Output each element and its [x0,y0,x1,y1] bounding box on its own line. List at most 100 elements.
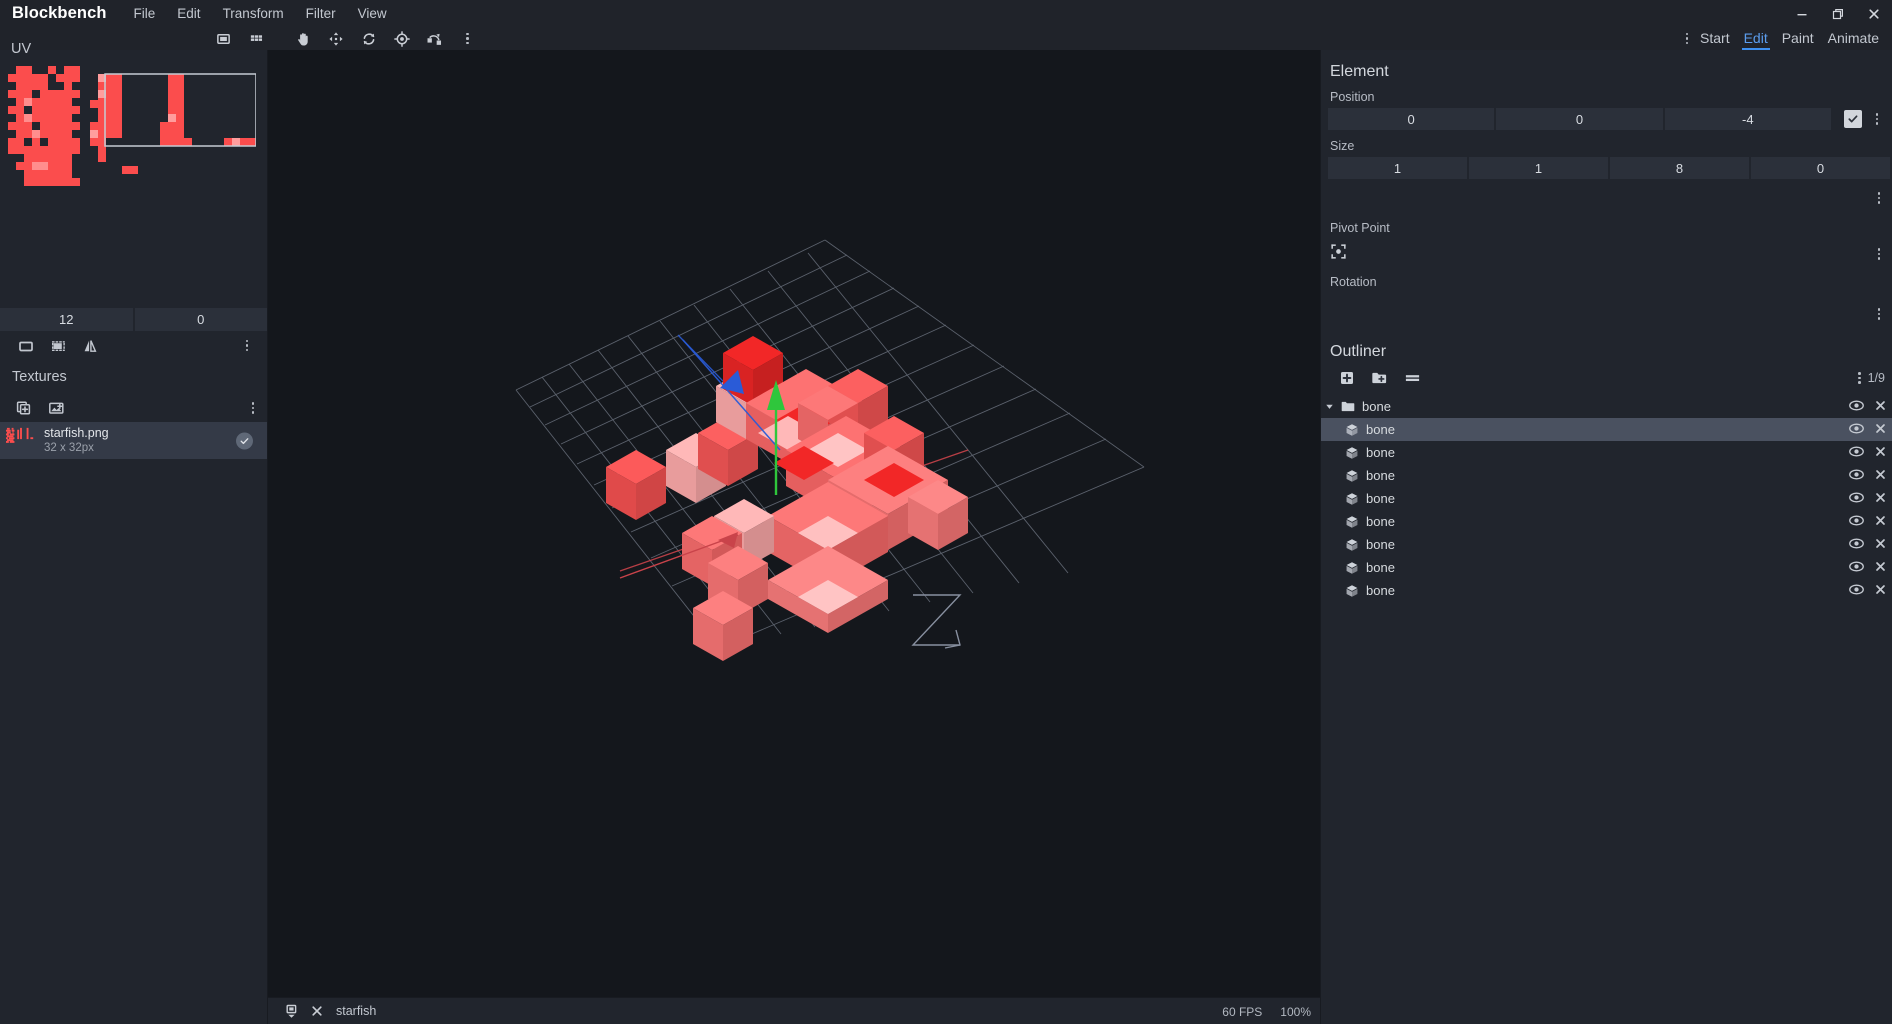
close-icon[interactable] [1875,560,1886,575]
toggle-list-icon[interactable] [1396,367,1429,389]
eye-icon[interactable] [1849,445,1864,460]
eye-icon[interactable] [1849,560,1864,575]
single-texture-view-icon[interactable] [191,50,223,57]
pivot-more-options-icon[interactable] [1873,248,1886,260]
menu-filter[interactable]: Filter [295,0,347,27]
outliner-cube-bone-2[interactable]: bone [1321,441,1892,464]
outliner-tree: bone bone bone bone bone bone bone bone … [1321,395,1892,602]
position-x-field[interactable]: 0 [1328,108,1495,130]
outliner-cube-bone-7[interactable]: bone [1321,556,1892,579]
outliner-cube-bone-5[interactable]: bone [1321,510,1892,533]
vertex-snap-tool-icon[interactable] [418,27,451,50]
size-x-field[interactable]: 1 [1328,157,1467,179]
close-project-icon[interactable] [304,1005,330,1017]
fps-counter: 60 FPS [1222,1004,1263,1019]
uv-panel-title: UV [11,41,32,57]
position-checkbox[interactable] [1843,110,1862,128]
eye-icon[interactable] [1849,422,1864,437]
uv-size-y-field[interactable]: 0 [134,308,267,331]
save-status-icon[interactable] [278,1004,304,1019]
uv-size-x-field[interactable]: 12 [0,308,133,331]
add-cube-icon[interactable] [1330,367,1363,389]
all-textures-view-icon[interactable] [227,50,259,57]
close-icon[interactable] [1875,445,1886,460]
outliner-cube-bone-3[interactable]: bone [1321,464,1892,487]
cube-icon [1341,538,1363,552]
eye-icon[interactable] [1849,583,1864,598]
uv-texture-preview[interactable] [8,60,256,210]
rotation-more-options[interactable] [1321,305,1892,323]
cube-icon [1341,561,1363,575]
tab-animate[interactable]: Animate [1821,27,1886,50]
outliner-title: Outliner [1330,343,1387,360]
outliner-cube-bone-4[interactable]: bone [1321,487,1892,510]
eye-icon[interactable] [1849,468,1864,483]
size-inflate-field[interactable]: 0 [1751,157,1890,179]
tab-paint[interactable]: Paint [1775,27,1821,50]
outliner-row-actions [1849,422,1886,437]
eye-icon[interactable] [1849,537,1864,552]
outliner-row-actions [1849,537,1886,552]
add-group-icon[interactable] [1363,367,1396,389]
eye-icon[interactable] [1849,514,1864,529]
menu-file[interactable]: File [123,0,167,27]
add-texture-icon[interactable] [8,394,40,423]
resize-tool-icon[interactable] [319,27,352,50]
close-icon[interactable] [1875,422,1886,437]
close-icon[interactable] [1875,491,1886,506]
size-more-options[interactable] [1321,189,1892,207]
outliner-more-options-icon[interactable] [1853,372,1866,384]
close-icon[interactable] [1875,514,1886,529]
chevron-down-icon[interactable] [1321,402,1337,411]
pivot-tool-icon[interactable] [385,27,418,50]
close-icon[interactable] [1875,468,1886,483]
textures-more-options-icon[interactable] [247,402,260,414]
outliner-row-actions [1849,583,1886,598]
outliner-cube-bone-1[interactable]: bone [1321,418,1892,441]
minimize-button[interactable] [1784,0,1820,27]
uv-editor[interactable] [0,50,267,308]
textures-tool-row [0,394,267,422]
menu-edit[interactable]: Edit [166,0,211,27]
eye-icon[interactable] [1849,491,1864,506]
viewport-column: starfish 60 FPS 100% [268,50,1320,1024]
pivot-center-icon[interactable] [1330,243,1347,265]
check-icon[interactable] [236,432,253,449]
uv-auto-icon[interactable] [42,331,74,360]
eye-icon[interactable] [1849,399,1864,414]
position-more-options[interactable] [1864,113,1890,125]
tab-start[interactable]: Start [1693,27,1737,50]
menu-transform[interactable]: Transform [212,0,295,27]
uv-mirror-icon[interactable] [74,331,106,360]
maximize-button[interactable] [1820,0,1856,27]
uv-more-options-icon[interactable] [241,339,254,352]
outliner-toolbar: 1/9 [1321,361,1892,389]
close-icon[interactable] [1875,399,1886,414]
close-button[interactable] [1856,0,1892,27]
size-z-field[interactable]: 8 [1610,157,1749,179]
menu-view[interactable]: View [347,0,398,27]
move-hand-tool-icon[interactable] [286,27,319,52]
single-face-uv-icon[interactable] [207,27,240,50]
outliner-cube-bone-6[interactable]: bone [1321,533,1892,556]
more-tabs-icon[interactable] [1681,32,1694,45]
uv-select-face-icon[interactable] [10,331,42,360]
texture-list-item[interactable]: starfish.png 32 x 32px [0,422,267,459]
size-y-field[interactable]: 1 [1469,157,1608,179]
3d-viewport[interactable] [268,50,1320,997]
close-icon[interactable] [1875,583,1886,598]
tab-edit[interactable]: Edit [1737,27,1775,50]
grid-uv-icon[interactable] [240,27,273,50]
main-body: 12 0 Textures starfish.png 32 x 32px sta… [0,50,1892,1024]
position-y-field[interactable]: 0 [1496,108,1663,130]
outliner-row-actions [1849,399,1886,414]
outliner-node-label: bone [1366,422,1395,437]
outliner-cube-bone-8[interactable]: bone [1321,579,1892,602]
rotate-tool-icon[interactable] [352,27,385,50]
outliner-group-bone[interactable]: bone [1321,395,1892,418]
create-texture-icon[interactable] [40,394,72,423]
position-z-field[interactable]: -4 [1664,108,1831,130]
close-icon[interactable] [1875,537,1886,552]
project-name: starfish [336,1004,377,1018]
tool-overflow-icon[interactable] [451,27,484,50]
